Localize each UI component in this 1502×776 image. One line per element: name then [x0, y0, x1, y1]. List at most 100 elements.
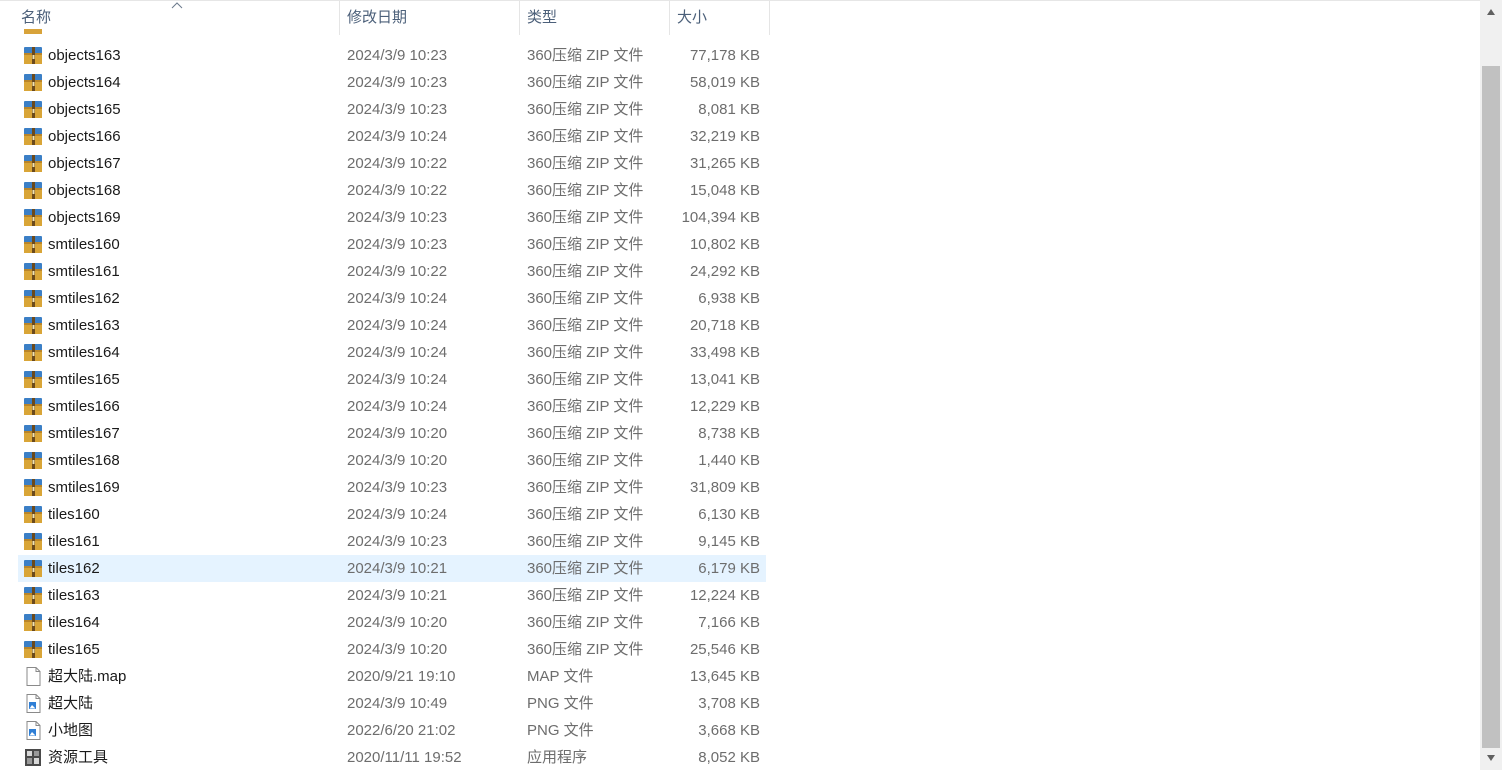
file-row[interactable]: smtiles165 2024/3/9 10:24 360压缩 ZIP 文件 1… [0, 366, 780, 393]
partial-row-clipped [0, 29, 770, 35]
file-name: smtiles167 [48, 425, 120, 442]
file-row[interactable]: tiles161 2024/3/9 10:23 360压缩 ZIP 文件 9,1… [0, 528, 780, 555]
file-modified-date: 2024/3/9 10:23 [347, 533, 448, 550]
file-row[interactable]: smtiles163 2024/3/9 10:24 360压缩 ZIP 文件 2… [0, 312, 780, 339]
file-row[interactable]: tiles162 2024/3/9 10:21 360压缩 ZIP 文件 6,1… [0, 555, 780, 582]
file-modified-date: 2020/9/21 19:10 [347, 668, 456, 685]
file-row[interactable]: objects163 2024/3/9 10:23 360压缩 ZIP 文件 7… [0, 42, 780, 69]
file-row[interactable]: smtiles167 2024/3/9 10:20 360压缩 ZIP 文件 8… [0, 420, 780, 447]
scroll-up-icon[interactable] [1486, 8, 1496, 16]
file-modified-date: 2024/3/9 10:23 [347, 236, 448, 253]
file-size: 3,668 KB [698, 722, 760, 739]
file-row[interactable]: tiles164 2024/3/9 10:20 360压缩 ZIP 文件 7,1… [0, 609, 780, 636]
file-row[interactable]: 超大陆 2024/3/9 10:49 PNG 文件 3,708 KB [0, 690, 780, 717]
scroll-down-icon[interactable] [1486, 754, 1496, 762]
file-modified-date: 2024/3/9 10:24 [347, 506, 448, 523]
zip-archive-icon [23, 586, 43, 605]
file-size: 7,166 KB [698, 614, 760, 631]
file-size: 6,938 KB [698, 290, 760, 307]
file-row[interactable]: smtiles168 2024/3/9 10:20 360压缩 ZIP 文件 1… [0, 447, 780, 474]
file-modified-date: 2024/3/9 10:20 [347, 452, 448, 469]
file-name: objects167 [48, 155, 121, 172]
application-icon [23, 748, 43, 767]
file-row[interactable]: smtiles164 2024/3/9 10:24 360压缩 ZIP 文件 3… [0, 339, 780, 366]
file-name: smtiles161 [48, 263, 120, 280]
file-row[interactable]: objects164 2024/3/9 10:23 360压缩 ZIP 文件 5… [0, 69, 780, 96]
file-size: 8,081 KB [698, 101, 760, 118]
file-modified-date: 2024/3/9 10:23 [347, 479, 448, 496]
file-type: PNG 文件 [527, 722, 594, 739]
file-type: 360压缩 ZIP 文件 [527, 128, 644, 145]
file-size: 8,738 KB [698, 425, 760, 442]
file-size: 10,802 KB [689, 236, 760, 253]
zip-archive-icon [23, 343, 43, 362]
file-size: 13,041 KB [689, 371, 760, 388]
file-row[interactable]: 超大陆.map 2020/9/21 19:10 MAP 文件 13,645 KB [0, 663, 780, 690]
file-modified-date: 2024/3/9 10:22 [347, 263, 448, 280]
file-row[interactable]: objects167 2024/3/9 10:22 360压缩 ZIP 文件 3… [0, 150, 780, 177]
file-row[interactable]: smtiles166 2024/3/9 10:24 360压缩 ZIP 文件 1… [0, 393, 780, 420]
file-row[interactable]: smtiles161 2024/3/9 10:22 360压缩 ZIP 文件 2… [0, 258, 780, 285]
file-modified-date: 2024/3/9 10:23 [347, 209, 448, 226]
scrollbar-thumb[interactable] [1482, 66, 1500, 748]
vertical-scrollbar[interactable] [1480, 0, 1502, 770]
file-size: 8,052 KB [698, 749, 760, 766]
file-row[interactable]: objects166 2024/3/9 10:24 360压缩 ZIP 文件 3… [0, 123, 780, 150]
zip-archive-icon [23, 532, 43, 551]
file-modified-date: 2024/3/9 10:24 [347, 398, 448, 415]
file-type: 360压缩 ZIP 文件 [527, 47, 644, 64]
file-name: tiles164 [48, 614, 100, 631]
file-modified-date: 2024/3/9 10:21 [347, 560, 448, 577]
file-size: 58,019 KB [689, 74, 760, 91]
blank-file-icon [23, 667, 43, 686]
file-size: 104,394 KB [681, 209, 760, 226]
file-type: MAP 文件 [527, 668, 594, 685]
file-name: smtiles162 [48, 290, 120, 307]
file-row[interactable]: objects168 2024/3/9 10:22 360压缩 ZIP 文件 1… [0, 177, 780, 204]
file-modified-date: 2024/3/9 10:24 [347, 128, 448, 145]
file-modified-date: 2024/3/9 10:23 [347, 74, 448, 91]
file-row[interactable]: smtiles162 2024/3/9 10:24 360压缩 ZIP 文件 6… [0, 285, 780, 312]
file-type: 360压缩 ZIP 文件 [527, 452, 644, 469]
file-size: 25,546 KB [689, 641, 760, 658]
file-modified-date: 2024/3/9 10:24 [347, 371, 448, 388]
zip-archive-icon [23, 235, 43, 254]
file-type: 360压缩 ZIP 文件 [527, 74, 644, 91]
file-type: 360压缩 ZIP 文件 [527, 101, 644, 118]
file-size: 24,292 KB [689, 263, 760, 280]
file-type: 360压缩 ZIP 文件 [527, 560, 644, 577]
file-name: 超大陆.map [48, 668, 127, 685]
file-modified-date: 2024/3/9 10:20 [347, 641, 448, 658]
file-row[interactable]: objects169 2024/3/9 10:23 360压缩 ZIP 文件 1… [0, 204, 780, 231]
file-list: objects163 2024/3/9 10:23 360压缩 ZIP 文件 7… [0, 42, 780, 771]
file-row[interactable]: smtiles169 2024/3/9 10:23 360压缩 ZIP 文件 3… [0, 474, 780, 501]
file-name: tiles162 [48, 560, 100, 577]
file-modified-date: 2020/11/11 19:52 [347, 749, 462, 766]
file-row[interactable]: tiles163 2024/3/9 10:21 360压缩 ZIP 文件 12,… [0, 582, 780, 609]
zip-archive-icon [23, 424, 43, 443]
file-row[interactable]: objects165 2024/3/9 10:23 360压缩 ZIP 文件 8… [0, 96, 780, 123]
file-size: 13,645 KB [689, 668, 760, 685]
file-modified-date: 2024/3/9 10:23 [347, 101, 448, 118]
file-modified-date: 2024/3/9 10:20 [347, 425, 448, 442]
file-row[interactable]: tiles165 2024/3/9 10:20 360压缩 ZIP 文件 25,… [0, 636, 780, 663]
file-name: 小地图 [48, 722, 94, 739]
file-name: smtiles166 [48, 398, 120, 415]
file-row[interactable]: smtiles160 2024/3/9 10:23 360压缩 ZIP 文件 1… [0, 231, 780, 258]
zip-archive-icon [23, 154, 43, 173]
file-row[interactable]: 小地图 2022/6/20 21:02 PNG 文件 3,668 KB [0, 717, 780, 744]
file-type: 360压缩 ZIP 文件 [527, 317, 644, 334]
file-type: 360压缩 ZIP 文件 [527, 398, 644, 415]
file-type: 应用程序 [527, 749, 588, 766]
file-size: 31,265 KB [689, 155, 760, 172]
file-modified-date: 2024/3/9 10:21 [347, 587, 448, 604]
file-type: 360压缩 ZIP 文件 [527, 533, 644, 550]
file-name: objects165 [48, 101, 121, 118]
file-row[interactable]: 资源工具 2020/11/11 19:52 应用程序 8,052 KB [0, 744, 780, 771]
file-name: smtiles163 [48, 317, 120, 334]
zip-archive-icon [23, 316, 43, 335]
file-size: 32,219 KB [689, 128, 760, 145]
file-modified-date: 2024/3/9 10:24 [347, 344, 448, 361]
file-row[interactable]: tiles160 2024/3/9 10:24 360压缩 ZIP 文件 6,1… [0, 501, 780, 528]
file-size: 20,718 KB [689, 317, 760, 334]
